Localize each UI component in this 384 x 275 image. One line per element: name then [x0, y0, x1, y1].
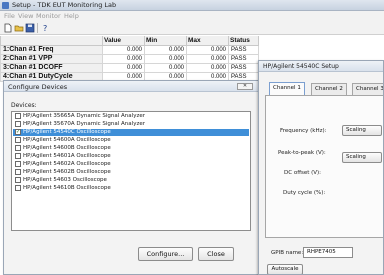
list-item[interactable]: HP/Agilent 54602B Oscilloscope	[13, 169, 249, 176]
row-name: 2:Chan #1 VPP	[0, 53, 103, 64]
table-header-row: Value Min Max Status	[0, 36, 259, 46]
peak-to-peak-label: Peak-to-peak (V):	[278, 150, 326, 156]
device-label: HP/Agilent 54602B Oscilloscope	[23, 169, 111, 175]
svg-text:?: ?	[43, 24, 47, 33]
list-item[interactable]: HP/Agilent 54601A Oscilloscope	[13, 153, 249, 160]
device-checkbox[interactable]	[15, 177, 21, 183]
list-item[interactable]: HP/Agilent 54603 Oscilloscope	[13, 177, 249, 184]
menu-monitor[interactable]: Monitor	[36, 12, 61, 20]
setup-dialog: HP/Agilent 54540C Setup Channel 1 Channe…	[258, 60, 384, 275]
tab-channel-3[interactable]: Channel 3	[352, 83, 383, 95]
column-header-name[interactable]	[0, 36, 103, 46]
list-item[interactable]: HP/Agilent 35665A Dynamic Signal Analyze…	[13, 113, 249, 120]
device-label: HP/Agilent 35670A Dynamic Signal Analyze…	[23, 121, 145, 127]
cell-min: 0.000	[144, 53, 187, 64]
list-item-selected[interactable]: ✓ HP/Agilent 54540C Oscilloscope	[13, 129, 249, 136]
app-icon	[2, 2, 9, 9]
frequency-label: Frequency (kHz):	[280, 128, 327, 134]
devices-label: Devices:	[11, 102, 37, 109]
cell-value: 0.000	[102, 62, 145, 73]
channel-panel: Frequency (kHz): Scaling Peak-to-peak (V…	[265, 95, 383, 238]
table-row[interactable]: 3:Chan #1 DCOFF 0.000 0.000 0.000 PASS	[0, 62, 259, 73]
list-item[interactable]: HP/Agilent 54600A Oscilloscope	[13, 137, 249, 144]
dialog-title-bar[interactable]: HP/Agilent 54540C Setup	[259, 61, 383, 72]
column-header-status[interactable]: Status	[228, 36, 259, 46]
dialog-title: Configure Devices	[8, 83, 68, 91]
column-header-value[interactable]: Value	[102, 36, 145, 46]
configure-button[interactable]: Configure...	[138, 247, 193, 261]
help-icon[interactable]: ?	[40, 23, 50, 33]
gpib-name-input[interactable]: RHPE7405	[303, 247, 353, 258]
dialog-title-bar[interactable]: Configure Devices ✕	[4, 81, 261, 92]
device-label: HP/Agilent 54600A Oscilloscope	[23, 137, 111, 143]
column-header-min[interactable]: Min	[144, 36, 187, 46]
device-label: HP/Agilent 54602A Oscilloscope	[23, 161, 111, 167]
device-label: HP/Agilent 54610B Oscilloscope	[23, 185, 111, 191]
menu-view[interactable]: View	[18, 12, 33, 20]
menu-file[interactable]: File	[4, 12, 15, 20]
device-checkbox[interactable]	[15, 161, 21, 167]
toolbar: ?	[0, 21, 384, 35]
cell-status: PASS	[228, 53, 259, 64]
cell-status: PASS	[228, 62, 259, 73]
scaling-button-peak-to-peak[interactable]: Scaling	[342, 152, 382, 163]
list-item[interactable]: HP/Agilent 54600B Oscilloscope	[13, 145, 249, 152]
list-item[interactable]: HP/Agilent 54610B Oscilloscope	[13, 185, 249, 192]
device-checkbox-checked[interactable]: ✓	[15, 129, 21, 135]
measurement-table: Value Min Max Status 1:Chan #1 Freq 0.00…	[0, 36, 259, 82]
device-label: HP/Agilent 54601A Oscilloscope	[23, 153, 111, 159]
open-folder-icon[interactable]	[14, 23, 24, 33]
device-checkbox[interactable]	[15, 169, 21, 175]
scaling-button-frequency[interactable]: Scaling	[342, 125, 382, 136]
table-row[interactable]: 2:Chan #1 VPP 0.000 0.000 0.000 PASS	[0, 53, 259, 64]
configure-devices-dialog: Configure Devices ✕ Devices: HP/Agilent …	[3, 80, 262, 275]
list-item[interactable]: HP/Agilent 54602A Oscilloscope	[13, 161, 249, 168]
menu-bar: File View Monitor Help	[0, 11, 384, 21]
row-name: 1:Chan #1 Freq	[0, 44, 103, 55]
device-checkbox[interactable]	[15, 185, 21, 191]
title-bar: Setup - TDK EUT Monitoring Lab	[0, 0, 384, 11]
duty-cycle-label: Duty cycle (%):	[283, 190, 326, 196]
tab-channel-1[interactable]: Channel 1	[269, 82, 305, 95]
device-checkbox[interactable]	[15, 113, 21, 119]
table-row[interactable]: 1:Chan #1 Freq 0.000 0.000 0.000 PASS	[0, 44, 259, 55]
device-list[interactable]: HP/Agilent 35665A Dynamic Signal Analyze…	[11, 111, 251, 231]
tab-channel-2[interactable]: Channel 2	[311, 83, 347, 95]
device-label: HP/Agilent 35665A Dynamic Signal Analyze…	[23, 113, 145, 119]
window-title: Setup - TDK EUT Monitoring Lab	[12, 1, 117, 9]
autoscale-button[interactable]: Autoscale	[267, 264, 303, 274]
gpib-label: GPIB name:	[271, 250, 304, 256]
cell-max: 0.000	[186, 53, 229, 64]
device-checkbox[interactable]	[15, 137, 21, 143]
device-checkbox[interactable]	[15, 153, 21, 159]
dialog-title: HP/Agilent 54540C Setup	[263, 63, 339, 70]
cell-value: 0.000	[102, 44, 145, 55]
row-name: 3:Chan #1 DCOFF	[0, 62, 103, 73]
cell-value: 0.000	[102, 53, 145, 64]
cell-status: PASS	[228, 44, 259, 55]
close-icon[interactable]: ✕	[237, 83, 253, 90]
cell-max: 0.000	[186, 44, 229, 55]
cell-max: 0.000	[186, 62, 229, 73]
toolbar-separator	[37, 23, 38, 33]
menu-help[interactable]: Help	[64, 12, 79, 20]
device-checkbox[interactable]	[15, 145, 21, 151]
column-header-max[interactable]: Max	[186, 36, 229, 46]
cell-min: 0.000	[144, 44, 187, 55]
device-label: HP/Agilent 54540C Oscilloscope	[23, 129, 111, 135]
list-item[interactable]: HP/Agilent 35670A Dynamic Signal Analyze…	[13, 121, 249, 128]
cell-min: 0.000	[144, 62, 187, 73]
new-file-icon[interactable]	[3, 23, 13, 33]
dc-offset-label: DC offset (V):	[284, 170, 322, 176]
device-label: HP/Agilent 54603 Oscilloscope	[23, 177, 107, 183]
device-label: HP/Agilent 54600B Oscilloscope	[23, 145, 111, 151]
save-icon[interactable]	[25, 23, 35, 33]
device-checkbox[interactable]	[15, 121, 21, 127]
close-button[interactable]: Close	[198, 247, 234, 261]
